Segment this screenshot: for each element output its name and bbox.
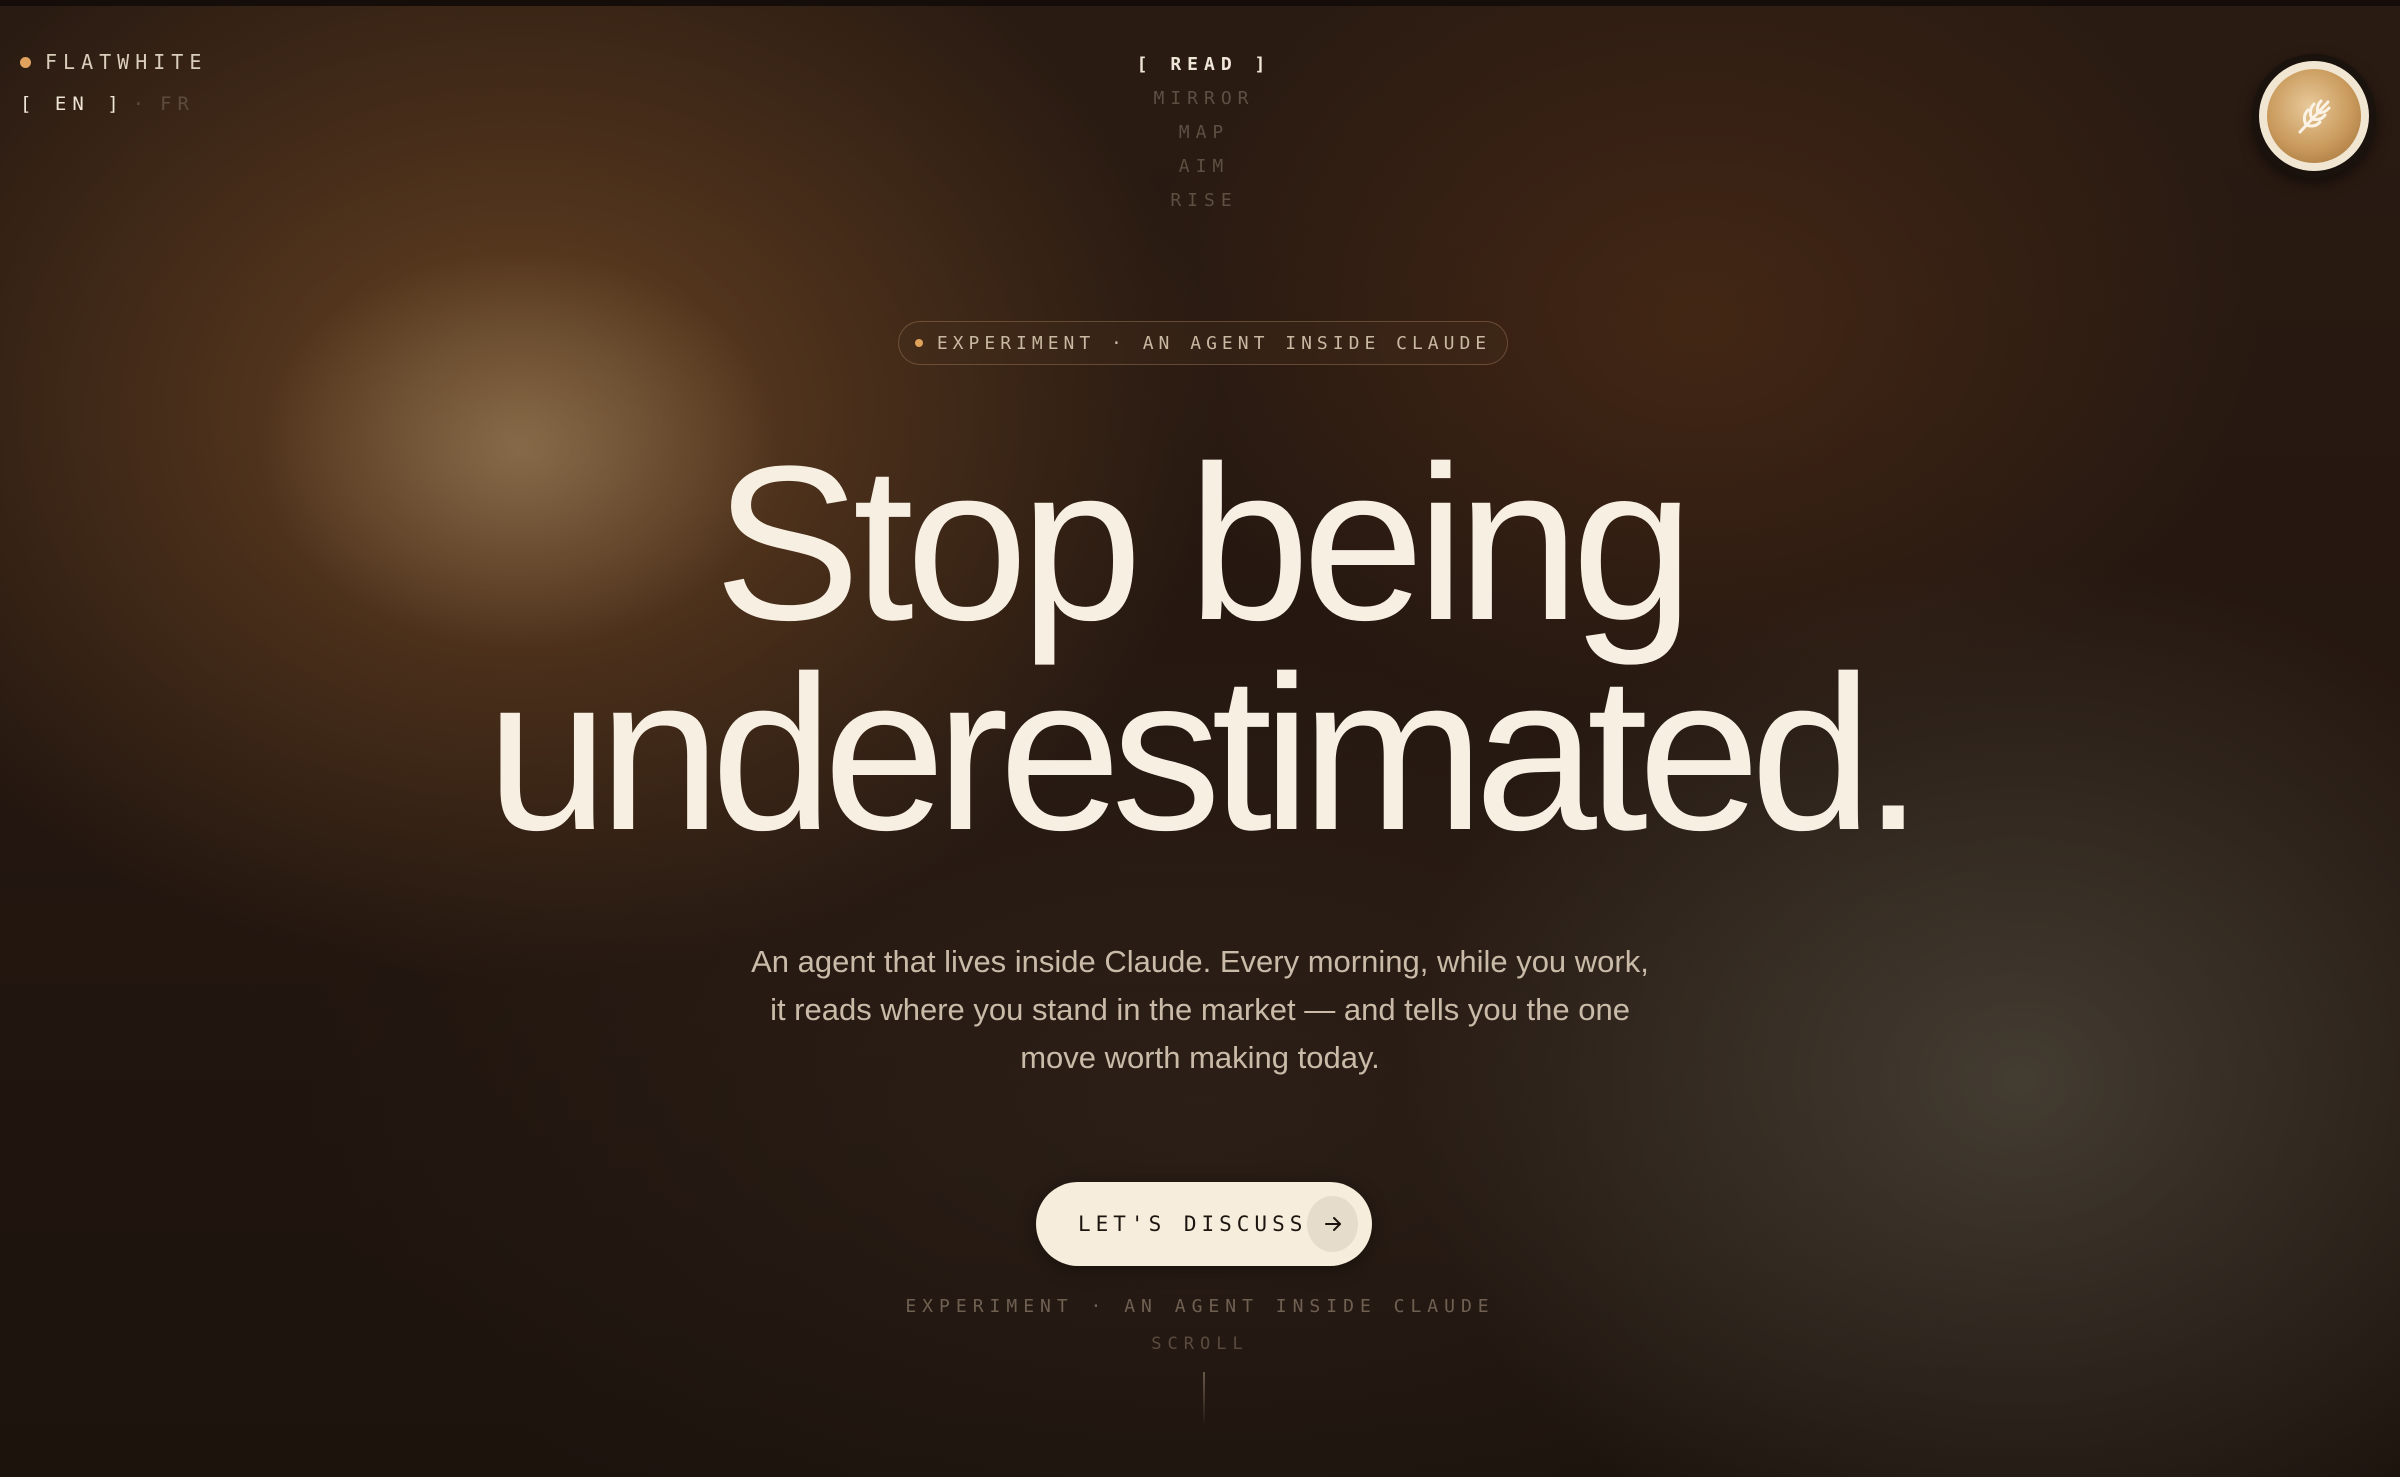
- cta-label: LET'S DISCUSS: [1078, 1212, 1308, 1236]
- nav-item-aim[interactable]: AIM: [1179, 154, 1230, 188]
- lang-fr-option[interactable]: FR: [160, 93, 195, 115]
- nav-item-read[interactable]: [ READ ]: [1137, 52, 1272, 86]
- brand-logo[interactable]: FLATWHITE: [20, 50, 207, 74]
- footer-tagline: EXPERIMENT · AN AGENT INSIDE CLAUDE: [905, 1296, 1495, 1317]
- lang-en-option[interactable]: [ EN ]: [20, 93, 125, 115]
- cup-rim: [2259, 61, 2369, 171]
- brand-dot-icon: [20, 56, 31, 68]
- brand-name: FLATWHITE: [45, 50, 208, 74]
- nav-item-mirror[interactable]: MIRROR: [1153, 86, 1254, 120]
- latte-art-leaf-icon: [2298, 99, 2331, 134]
- cup-coffee: [2267, 69, 2361, 163]
- language-switcher: [ EN ] · FR: [20, 93, 195, 115]
- nav-item-map[interactable]: MAP: [1179, 120, 1230, 154]
- lang-separator: ·: [132, 93, 151, 115]
- flat-white-cup-icon[interactable]: [2252, 54, 2376, 178]
- top-border: [0, 0, 2400, 6]
- headline-line-1: Stop being: [714, 420, 1694, 666]
- hero-description: An agent that lives inside Claude. Every…: [751, 944, 1649, 1075]
- scroll-indicator-label[interactable]: SCROLL: [0, 1334, 2400, 1354]
- arrow-right-icon: [1307, 1196, 1358, 1252]
- experiment-badge: EXPERIMENT · AN AGENT INSIDE CLAUDE: [898, 321, 1508, 365]
- scroll-indicator-line: [1203, 1372, 1205, 1426]
- hero-headline: Stop being underestimated.: [0, 420, 2400, 876]
- badge-text: EXPERIMENT · AN AGENT INSIDE CLAUDE: [936, 332, 1492, 354]
- nav-item-rise[interactable]: RISE: [1170, 188, 1237, 222]
- badge-dot-icon: [914, 339, 923, 347]
- lets-discuss-button[interactable]: LET'S DISCUSS: [1036, 1182, 1372, 1266]
- headline-line-2: underestimated.: [486, 630, 1924, 876]
- section-nav: [ READ ] MIRROR MAP AIM RISE: [1100, 52, 1308, 222]
